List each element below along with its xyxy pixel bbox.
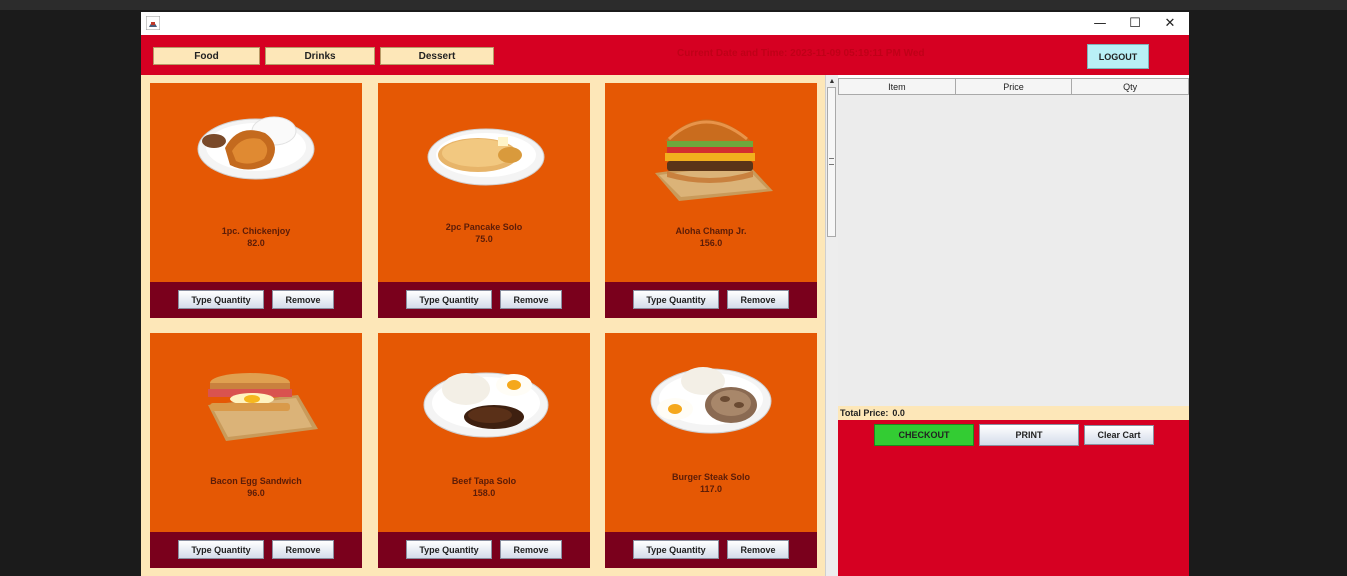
- scroll-up-arrow-icon[interactable]: ▲: [826, 77, 838, 85]
- title-bar: — ☐ ✕: [141, 12, 1189, 35]
- app-window: — ☐ ✕ Food Drinks Dessert Current Date a…: [141, 12, 1189, 576]
- column-header-price[interactable]: Price: [955, 78, 1073, 95]
- scrollbar-thumb[interactable]: [827, 87, 836, 237]
- item-price: 75.0: [475, 234, 493, 244]
- total-price-label: Total Price:: [840, 408, 889, 418]
- type-quantity-button[interactable]: Type Quantity: [178, 290, 264, 309]
- item-name: 2pc Pancake Solo: [445, 222, 523, 232]
- item-name: Burger Steak Solo: [671, 472, 751, 482]
- card-footer: Type Quantity Remove: [605, 282, 817, 318]
- type-quantity-button[interactable]: Type Quantity: [178, 540, 264, 559]
- remove-button[interactable]: Remove: [500, 540, 562, 559]
- menu-card: Burger Steak Solo 117.0 Type Quantity Re…: [605, 333, 817, 568]
- cart-panel: Item Price Qty Total Price: 0.0 CHECKOUT…: [838, 75, 1189, 576]
- close-button[interactable]: ✕: [1152, 12, 1188, 35]
- burger-steak-plate-image: [650, 367, 772, 434]
- item-price: 158.0: [472, 488, 496, 498]
- card-footer: Type Quantity Remove: [150, 532, 362, 568]
- pancake-plate-image: [427, 128, 545, 186]
- type-quantity-button[interactable]: Type Quantity: [633, 290, 719, 309]
- menu-card: Beef Tapa Solo 158.0 Type Quantity Remov…: [378, 333, 590, 568]
- menu-card: Aloha Champ Jr. 156.0 Type Quantity Remo…: [605, 83, 817, 318]
- menu-card: 2pc Pancake Solo 75.0 Type Quantity Remo…: [378, 83, 590, 318]
- cart-actions: CHECKOUT PRINT Clear Cart: [838, 420, 1189, 576]
- card-footer: Type Quantity Remove: [378, 532, 590, 568]
- item-price: 156.0: [699, 238, 723, 248]
- item-price: 96.0: [247, 488, 265, 498]
- column-header-item[interactable]: Item: [838, 78, 956, 95]
- category-food-button[interactable]: Food: [153, 47, 260, 65]
- cart-table-header: Item Price Qty: [838, 78, 1189, 95]
- type-quantity-button[interactable]: Type Quantity: [406, 540, 492, 559]
- minimize-button[interactable]: —: [1082, 12, 1118, 35]
- item-name: Beef Tapa Solo: [451, 476, 517, 486]
- total-price-value: 0.0: [892, 408, 905, 418]
- menu-grid: 1pc. Chickenjoy 82.0 Type Quantity Remov…: [141, 75, 825, 576]
- card-footer: Type Quantity Remove: [605, 532, 817, 568]
- remove-button[interactable]: Remove: [272, 290, 334, 309]
- category-drinks-button[interactable]: Drinks: [265, 47, 375, 65]
- scrollbar-grip-icon: [829, 158, 834, 165]
- remove-button[interactable]: Remove: [727, 290, 789, 309]
- clear-cart-button[interactable]: Clear Cart: [1084, 425, 1154, 445]
- chicken-plate-image: [197, 116, 315, 180]
- card-footer: Type Quantity Remove: [150, 282, 362, 318]
- category-dessert-button[interactable]: Dessert: [380, 47, 494, 65]
- type-quantity-button[interactable]: Type Quantity: [633, 540, 719, 559]
- item-price: 82.0: [247, 238, 265, 248]
- current-datetime: Current Date and Time: 2023-11-09 05:19:…: [677, 48, 925, 59]
- maximize-button[interactable]: ☐: [1117, 12, 1153, 35]
- item-name: Bacon Egg Sandwich: [210, 476, 302, 486]
- logout-button[interactable]: LOGOUT: [1087, 44, 1149, 69]
- burger-image: [655, 119, 773, 201]
- item-name: 1pc. Chickenjoy: [221, 226, 291, 236]
- header-bar: Food Drinks Dessert Current Date and Tim…: [141, 35, 1189, 75]
- sandwich-image: [208, 373, 318, 441]
- tapa-plate-image: [423, 372, 549, 438]
- java-app-icon: [146, 16, 160, 30]
- remove-button[interactable]: Remove: [727, 540, 789, 559]
- column-header-qty[interactable]: Qty: [1072, 78, 1189, 95]
- menu-card: 1pc. Chickenjoy 82.0 Type Quantity Remov…: [150, 83, 362, 318]
- type-quantity-button[interactable]: Type Quantity: [406, 290, 492, 309]
- remove-button[interactable]: Remove: [500, 290, 562, 309]
- checkout-button[interactable]: CHECKOUT: [874, 424, 974, 446]
- item-name: Aloha Champ Jr.: [675, 226, 747, 236]
- menu-card: Bacon Egg Sandwich 96.0 Type Quantity Re…: [150, 333, 362, 568]
- remove-button[interactable]: Remove: [272, 540, 334, 559]
- desktop-top-strip: [0, 0, 1347, 10]
- card-footer: Type Quantity Remove: [378, 282, 590, 318]
- menu-scrollbar[interactable]: ▲: [825, 75, 838, 576]
- print-button[interactable]: PRINT: [979, 424, 1079, 446]
- item-price: 117.0: [699, 484, 723, 494]
- cart-table-body[interactable]: [838, 95, 1189, 406]
- total-price-row: Total Price: 0.0: [838, 406, 1189, 420]
